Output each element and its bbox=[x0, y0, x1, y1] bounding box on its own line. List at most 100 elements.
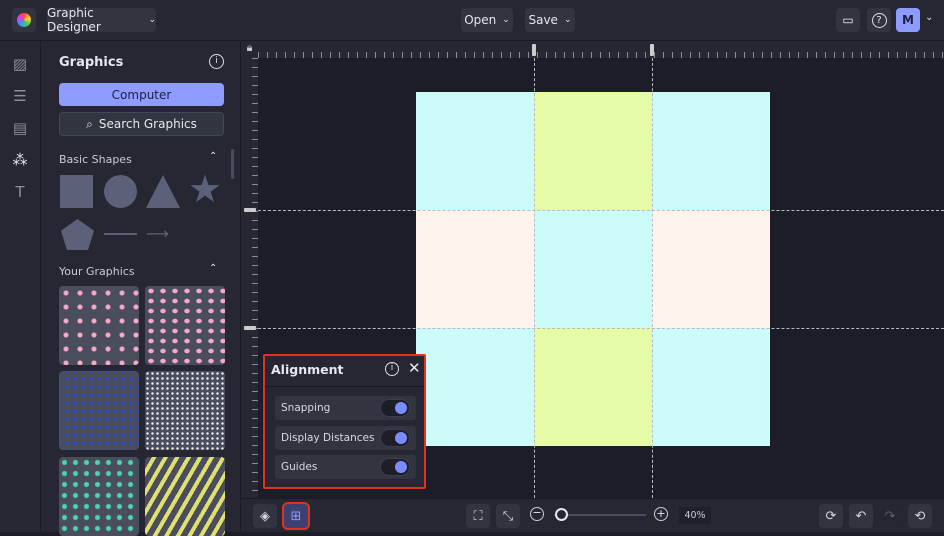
zoom-slider-handle[interactable] bbox=[555, 508, 568, 521]
guide-handle[interactable] bbox=[244, 208, 256, 212]
comment-icon: ▭ bbox=[842, 13, 854, 27]
display-distances-toggle[interactable] bbox=[380, 429, 410, 447]
graphic-tile[interactable] bbox=[59, 457, 139, 536]
expand-icon: ⛶ bbox=[473, 508, 483, 524]
logo-icon bbox=[17, 13, 31, 27]
horizontal-guide[interactable] bbox=[258, 328, 944, 329]
divider bbox=[265, 386, 424, 387]
scrollbar[interactable] bbox=[231, 149, 234, 179]
project-name: Graphic Designer bbox=[47, 6, 101, 34]
horizontal-guide[interactable] bbox=[258, 210, 944, 211]
vertical-guide[interactable] bbox=[652, 58, 653, 498]
tool-rail: ▨ ☰ ▤ ⁂ T bbox=[0, 41, 41, 532]
text-icon[interactable]: T bbox=[11, 183, 29, 201]
line-shape[interactable] bbox=[104, 233, 137, 235]
panel-title: Graphics bbox=[59, 55, 124, 70]
undo-button[interactable]: ↶ bbox=[849, 504, 873, 528]
avatar[interactable]: M bbox=[896, 8, 920, 32]
alignment-button[interactable]: ⊞ bbox=[282, 502, 310, 530]
grid-cell bbox=[652, 328, 770, 446]
arrow-shape[interactable]: ⟶ bbox=[146, 224, 169, 243]
alignment-panel: Alignment i ✕ Snapping Display Distances… bbox=[263, 354, 426, 489]
graphics-panel: Graphics i Computer ⌕ Search Graphics Bas… bbox=[41, 41, 241, 536]
redo-button[interactable]: ↷ bbox=[878, 504, 902, 528]
chevron-up-icon[interactable]: ⌃ bbox=[209, 151, 217, 162]
undo-icon: ↶ bbox=[855, 508, 867, 524]
layers-button[interactable]: ◈ bbox=[253, 504, 277, 528]
zoom-slider[interactable] bbox=[554, 508, 646, 521]
layout-icon[interactable]: ▤ bbox=[11, 119, 29, 137]
open-button[interactable]: Open ⌄ bbox=[461, 8, 513, 32]
grid-cell bbox=[416, 328, 534, 446]
pentagon-shape[interactable] bbox=[61, 219, 94, 250]
vertical-guide[interactable] bbox=[534, 58, 535, 498]
graphic-tile[interactable] bbox=[145, 371, 225, 450]
chevron-down-icon: ⌄ bbox=[148, 15, 156, 25]
shapes-icon[interactable]: ⁂ bbox=[11, 151, 29, 169]
chevron-down-icon[interactable]: ⌄ bbox=[925, 12, 933, 23]
chevron-up-icon[interactable]: ⌃ bbox=[209, 263, 217, 274]
guide-handle[interactable] bbox=[532, 44, 536, 56]
display-distances-label: Display Distances bbox=[281, 432, 375, 444]
top-bar: Graphic Designer ⌄ Open ⌄ Save ⌄ ▭ ? M ⌄ bbox=[0, 0, 944, 41]
square-shape[interactable] bbox=[60, 175, 93, 208]
artboard[interactable] bbox=[416, 92, 770, 446]
graphic-tile[interactable] bbox=[145, 457, 225, 536]
guides-toggle[interactable] bbox=[380, 458, 410, 476]
chevron-down-icon: ⌄ bbox=[502, 15, 510, 25]
your-graphics-header[interactable]: Your Graphics bbox=[59, 265, 135, 278]
left-ruler[interactable] bbox=[241, 58, 258, 498]
redo-icon: ↷ bbox=[884, 508, 896, 524]
open-label: Open bbox=[464, 13, 497, 27]
close-icon[interactable]: ✕ bbox=[408, 359, 421, 377]
help-button[interactable]: ? bbox=[867, 8, 891, 32]
grid-cell bbox=[652, 210, 770, 328]
save-button[interactable]: Save ⌄ bbox=[525, 8, 575, 32]
shrink-button[interactable]: ⤡ bbox=[496, 504, 520, 528]
refresh-icon: ⟳ bbox=[825, 508, 837, 524]
snapping-row: Snapping bbox=[275, 396, 416, 420]
history-button[interactable]: ⟲ bbox=[908, 504, 932, 528]
computer-button[interactable]: Computer bbox=[59, 83, 224, 106]
zoom-in-icon[interactable]: + bbox=[654, 507, 668, 521]
app-logo[interactable] bbox=[12, 8, 36, 32]
zoom-value[interactable]: 40% bbox=[679, 507, 711, 524]
graphic-tile[interactable] bbox=[59, 371, 139, 450]
star-shape[interactable]: ★ bbox=[188, 167, 222, 211]
fit-screen-button[interactable]: ⛶ bbox=[466, 504, 490, 528]
grid-icon: ⊞ bbox=[290, 508, 302, 524]
guides-label: Guides bbox=[281, 461, 318, 473]
grid-cell bbox=[416, 210, 534, 328]
graphic-tile[interactable] bbox=[59, 286, 139, 365]
grid-cell bbox=[534, 210, 652, 328]
info-icon[interactable]: i bbox=[209, 54, 224, 69]
snapping-toggle[interactable] bbox=[380, 399, 410, 417]
refresh-button[interactable]: ⟳ bbox=[819, 504, 843, 528]
chevron-down-icon: ⌄ bbox=[563, 15, 572, 25]
bottom-toolbar: ◈ ⊞ ⛶ ⤡ − + 40% ⟳ ↶ ↷ ⟲ bbox=[241, 498, 944, 532]
search-label: Search Graphics bbox=[98, 117, 197, 131]
save-label: Save bbox=[528, 13, 558, 27]
shrink-icon: ⤡ bbox=[502, 508, 514, 524]
triangle-shape[interactable] bbox=[146, 175, 180, 208]
display-distances-row: Display Distances bbox=[275, 426, 416, 450]
help-icon: ? bbox=[871, 12, 887, 28]
circle-shape[interactable] bbox=[104, 175, 137, 208]
grid-cell bbox=[534, 92, 652, 210]
lock-icon[interactable]: 🔒︎ bbox=[241, 41, 258, 58]
zoom-out-icon[interactable]: − bbox=[530, 507, 544, 521]
basic-shapes-header[interactable]: Basic Shapes bbox=[59, 153, 132, 166]
grid-cell bbox=[534, 328, 652, 446]
top-ruler[interactable] bbox=[258, 41, 944, 58]
guide-handle[interactable] bbox=[244, 326, 256, 330]
grid-cell bbox=[652, 92, 770, 210]
project-menu-button[interactable]: Graphic Designer ⌄ bbox=[47, 6, 156, 34]
search-graphics-button[interactable]: ⌕ Search Graphics bbox=[59, 112, 224, 136]
guide-handle[interactable] bbox=[650, 44, 654, 56]
snapping-label: Snapping bbox=[281, 402, 331, 414]
info-icon[interactable]: i bbox=[385, 362, 399, 376]
sliders-icon[interactable]: ☰ bbox=[11, 87, 29, 105]
image-icon[interactable]: ▨ bbox=[11, 55, 29, 73]
comments-button[interactable]: ▭ bbox=[836, 8, 860, 32]
graphic-tile[interactable] bbox=[145, 286, 225, 365]
